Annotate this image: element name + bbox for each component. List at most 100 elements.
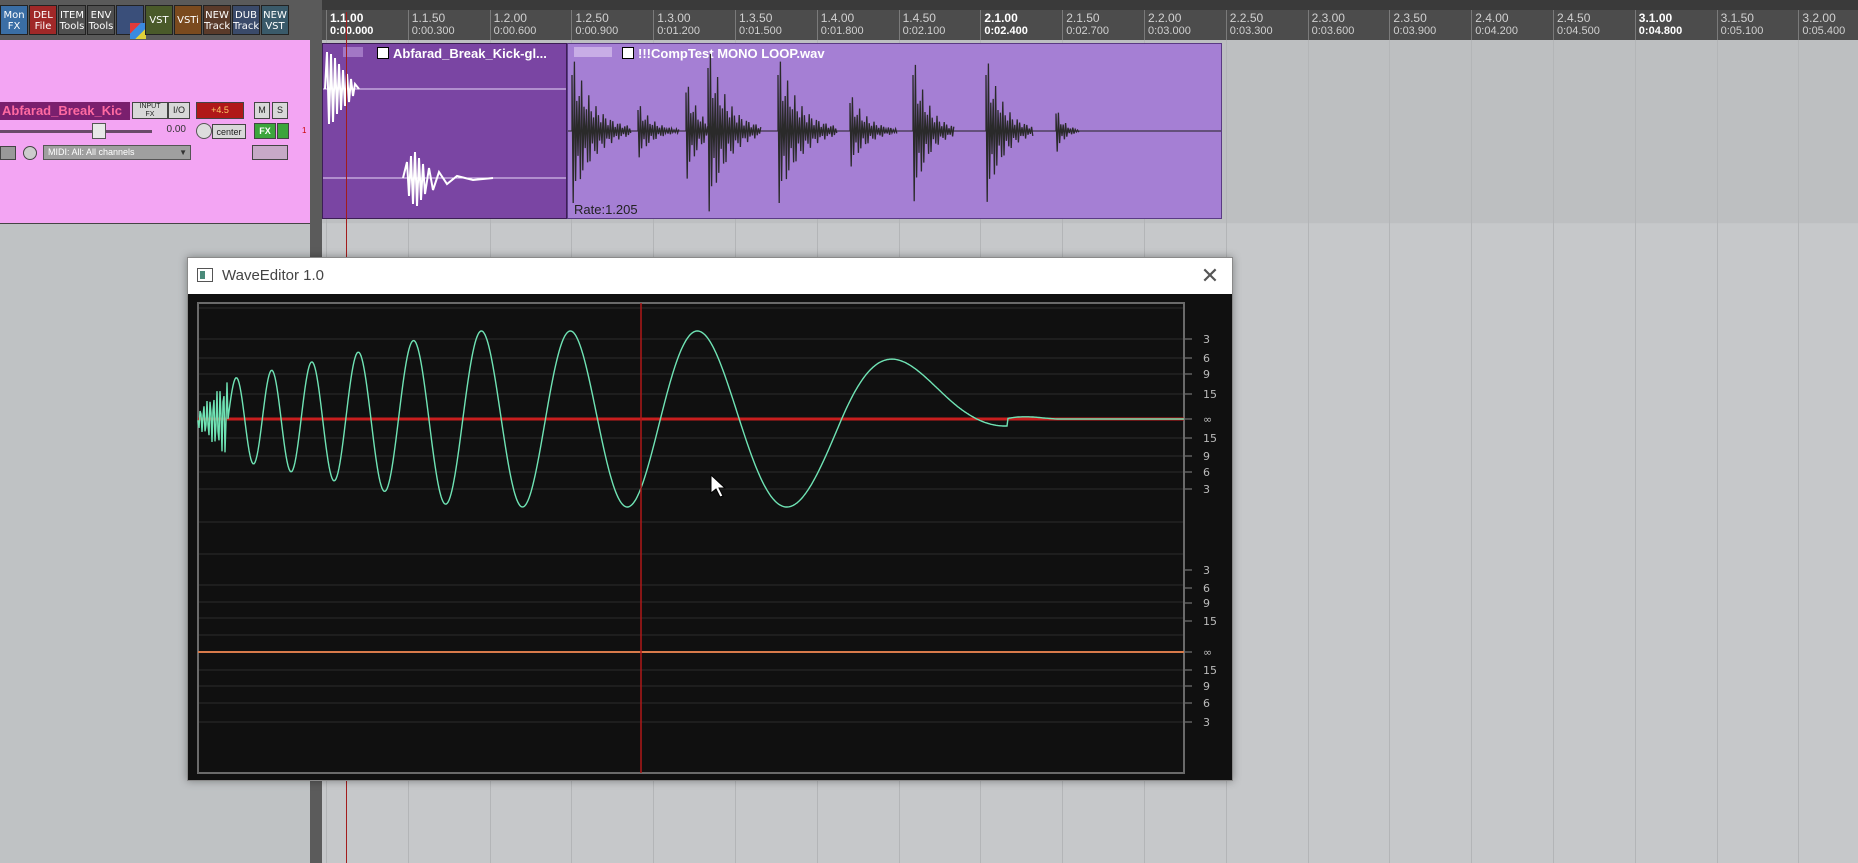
ruler-time-label: 0:02.400 bbox=[984, 25, 1028, 37]
track-number: 1 bbox=[302, 126, 307, 135]
input-fx-button[interactable]: INPUT FX bbox=[132, 102, 168, 119]
grid-line bbox=[1471, 40, 1473, 863]
grid-line bbox=[1716, 40, 1718, 863]
vsti-button[interactable]: VSTi bbox=[174, 5, 202, 35]
transient-hit bbox=[637, 106, 680, 158]
wave-editor-window[interactable]: WaveEditor 1.0 ✕ 3 6 9 15 ∞ 15 9 6 3 3 6 9 15 ∞ 15 9 6 3 bbox=[187, 257, 1233, 781]
db-scale-label: 9 bbox=[1203, 597, 1210, 610]
ruler-mark[interactable]: 1.4.50 0:02.100 bbox=[898, 10, 945, 40]
grid-line bbox=[1389, 40, 1391, 863]
ruler-bar-label: 1.4.00 bbox=[820, 11, 855, 25]
dub-track-button[interactable]: DUB Track bbox=[232, 5, 260, 35]
new-vst-button[interactable]: NEW VST bbox=[261, 5, 289, 35]
mouse-cursor-icon bbox=[710, 473, 727, 498]
vst-button[interactable]: VST bbox=[145, 5, 173, 35]
db-scale-label: 3 bbox=[1203, 716, 1210, 729]
volume-fader-track[interactable] bbox=[0, 130, 152, 133]
solo-button[interactable]: S bbox=[272, 102, 288, 119]
ruler-mark[interactable]: 1.3.50 0:01.500 bbox=[735, 10, 782, 40]
ruler-mark[interactable]: 2.3.50 0:03.900 bbox=[1389, 10, 1436, 40]
ruler-mark[interactable]: 2.2.00 0:03.000 bbox=[1144, 10, 1191, 40]
pan-knob[interactable] bbox=[196, 123, 212, 139]
ruler-mark[interactable]: 3.1.00 0:04.800 bbox=[1634, 10, 1682, 40]
ruler-bar-label: 1.2.00 bbox=[493, 11, 527, 25]
ruler-bar-label: 2.1.00 bbox=[984, 11, 1018, 25]
ruler-time-label: 0:00.600 bbox=[493, 25, 537, 37]
media-item-comptest-loop[interactable]: !!!CompTest MONO LOOP.wav Rate:1.205 bbox=[567, 43, 1222, 219]
env-tools-button[interactable]: ENV Tools bbox=[87, 5, 115, 35]
ruler-time-label: 0:02.700 bbox=[1066, 25, 1110, 37]
ruler-mark[interactable]: 1.2.50 0:00.900 bbox=[571, 10, 618, 40]
color-palette-button[interactable] bbox=[116, 5, 146, 39]
window-title: WaveEditor 1.0 bbox=[222, 267, 324, 284]
ruler-bar-label: 1.1.50 bbox=[411, 11, 446, 25]
db-scale-label: ∞ bbox=[1203, 646, 1212, 659]
fx-button[interactable]: FX bbox=[254, 123, 276, 139]
new-track-button[interactable]: NEW Track bbox=[203, 5, 231, 35]
mon-fx-button[interactable]: Mon FX bbox=[0, 5, 28, 35]
record-mode-icon[interactable] bbox=[23, 146, 37, 160]
ruler-bar-label: 1.3.00 bbox=[657, 11, 691, 25]
media-item-kick[interactable]: Abfarad_Break_Kick-gl... bbox=[322, 43, 567, 219]
pan-readout[interactable]: center bbox=[212, 124, 246, 139]
chevron-down-icon: ▼ bbox=[179, 148, 187, 157]
ruler-mark[interactable]: 2.4.50 0:04.500 bbox=[1553, 10, 1600, 40]
ruler-mark[interactable]: 2.4.00 0:04.200 bbox=[1471, 10, 1518, 40]
grid-line bbox=[1634, 40, 1636, 863]
item-tools-button[interactable]: ITEM Tools bbox=[58, 5, 86, 35]
item-waveform bbox=[568, 53, 1221, 212]
midi-input-select[interactable]: MIDI: All: All channels ▼ bbox=[43, 145, 191, 160]
ruler-bar-label: 2.2.00 bbox=[1148, 11, 1182, 25]
delete-file-button[interactable]: DEL File bbox=[29, 5, 57, 35]
app-icon bbox=[197, 268, 213, 282]
ruler-mark[interactable]: 2.1.50 0:02.700 bbox=[1062, 10, 1109, 40]
transient-hit bbox=[571, 61, 632, 204]
ruler-time-label: 0:03.900 bbox=[1393, 25, 1437, 37]
ruler-bar-label: 1.4.50 bbox=[902, 11, 936, 25]
db-scale-label: 9 bbox=[1203, 680, 1210, 693]
ruler-mark[interactable]: 1.1.000:00.000 bbox=[326, 10, 373, 40]
ruler-time-label: 0:05.400 bbox=[1802, 25, 1846, 37]
transient-hit bbox=[1055, 112, 1080, 152]
db-scale-label: 6 bbox=[1203, 582, 1210, 595]
waveform-display[interactable]: 3 6 9 15 ∞ 15 9 6 3 3 6 9 15 ∞ 15 9 6 3 bbox=[188, 294, 1232, 780]
track-name[interactable]: Abfarad_Break_Kic bbox=[0, 102, 130, 120]
db-scale-label: 6 bbox=[1203, 352, 1210, 365]
ruler-mark[interactable]: 3.1.50 0:05.100 bbox=[1716, 10, 1763, 40]
track-meter: +4.5 bbox=[196, 102, 244, 119]
ruler-mark[interactable]: 2.3.00 0:03.600 bbox=[1307, 10, 1354, 40]
ruler-mark[interactable]: 1.2.00 0:00.600 bbox=[489, 10, 536, 40]
db-scale-label: 6 bbox=[1203, 697, 1210, 710]
ruler-time-label: 0:04.500 bbox=[1557, 25, 1600, 37]
ruler-time-label: 0:05.100 bbox=[1720, 25, 1764, 37]
db-scale-label: 9 bbox=[1203, 368, 1210, 381]
ruler-bar-label: 1.2.50 bbox=[575, 11, 609, 25]
ruler-time-label: 0:01.800 bbox=[820, 25, 864, 37]
io-button[interactable]: I/O bbox=[168, 102, 190, 119]
ruler-mark[interactable]: 2.1.00 0:02.400 bbox=[980, 10, 1028, 40]
db-scale-label: 3 bbox=[1203, 564, 1210, 577]
window-title-bar[interactable]: WaveEditor 1.0 ✕ bbox=[188, 258, 1232, 294]
mute-button[interactable]: M bbox=[254, 102, 270, 119]
record-monitor-button[interactable] bbox=[0, 146, 16, 160]
volume-fader-handle[interactable] bbox=[92, 123, 106, 139]
db-scale-label: 3 bbox=[1203, 483, 1210, 496]
ruler-time-label: 0:02.100 bbox=[902, 25, 946, 37]
ruler-mark[interactable]: 1.3.00 0:01.200 bbox=[653, 10, 700, 40]
ruler-time-label: 0:03.600 bbox=[1311, 25, 1355, 37]
db-scale-label: 3 bbox=[1203, 333, 1210, 346]
fx-bypass-button[interactable] bbox=[277, 123, 289, 139]
ruler-region-lane[interactable] bbox=[322, 0, 1858, 10]
ruler-bar-label: 2.1.50 bbox=[1066, 11, 1100, 25]
record-arm-button[interactable] bbox=[252, 145, 288, 160]
transient-hit bbox=[912, 64, 955, 202]
ruler-mark[interactable]: 2.2.50 0:03.300 bbox=[1225, 10, 1273, 40]
ruler-mark[interactable]: 1.4.00 0:01.800 bbox=[816, 10, 864, 40]
db-scale-label: 15 bbox=[1203, 615, 1217, 628]
ruler-bar-label: 2.3.00 bbox=[1311, 11, 1345, 25]
ruler-mark[interactable]: 3.2.00 0:05.400 bbox=[1798, 10, 1845, 40]
timeline-ruler[interactable]: 1.1.000:00.000 1.1.500:00.300 1.2.000:00.6… bbox=[322, 0, 1858, 40]
ruler-mark[interactable]: 1.1.50 0:00.300 bbox=[407, 10, 455, 40]
close-icon[interactable]: ✕ bbox=[1196, 262, 1224, 290]
ruler-bar-label: 2.4.00 bbox=[1475, 11, 1509, 25]
